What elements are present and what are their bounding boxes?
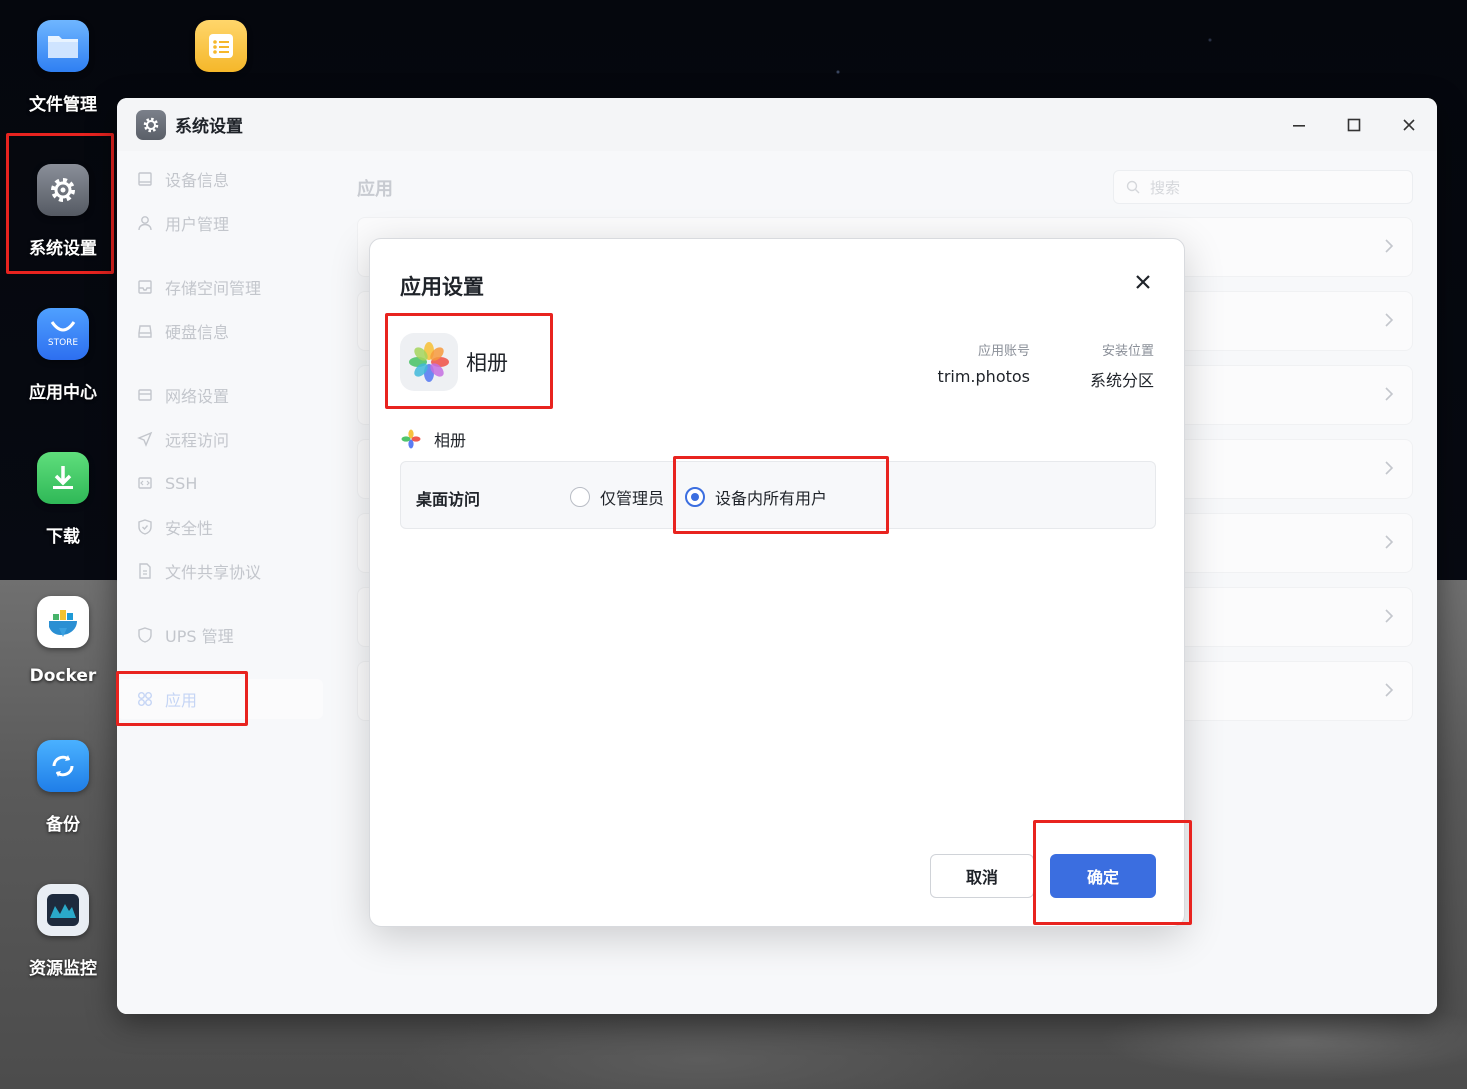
sidebar-item-security[interactable]: 安全性 (117, 507, 323, 547)
chevron-right-icon (1384, 460, 1394, 480)
sidebar-item-disk-info[interactable]: 硬盘信息 (117, 311, 323, 351)
desktop-icon-resource-monitor[interactable]: 资源监控 (8, 884, 118, 979)
close-icon[interactable] (1132, 271, 1154, 293)
sidebar-item-storage[interactable]: 存储空间管理 (117, 267, 323, 307)
cancel-button[interactable]: 取消 (930, 854, 1034, 898)
device-icon (137, 171, 153, 187)
desktop-icon-download[interactable]: 下载 (8, 452, 118, 547)
radio-admin-only[interactable]: 仅管理员 (570, 485, 664, 509)
desktop-access-label: 桌面访问 (416, 490, 481, 509)
confirm-button[interactable]: 确定 (1050, 854, 1156, 898)
download-icon (37, 452, 89, 504)
docker-icon (37, 596, 89, 648)
page-title: 应用 (357, 179, 393, 200)
ups-icon (137, 627, 153, 643)
store-icon: STORE (37, 308, 89, 360)
minimize-icon[interactable] (1285, 111, 1313, 139)
sync-icon (37, 740, 89, 792)
close-icon[interactable] (1395, 111, 1423, 139)
file-share-icon (137, 563, 153, 579)
window-titlebar: 系统设置 (117, 98, 1437, 151)
sidebar-item-ups[interactable]: UPS 管理 (117, 615, 323, 655)
storage-icon (137, 279, 153, 295)
settings-sidebar: 设备信息 用户管理 存储空间管理 硬盘信息 网络设置 远程访问 SSH 安全性 (117, 151, 333, 1014)
monitor-chart-icon (37, 884, 89, 936)
search-input[interactable]: 搜索 (1113, 170, 1413, 204)
maximize-icon[interactable] (1340, 111, 1368, 139)
chevron-right-icon (1384, 312, 1394, 332)
app-settings-dialog: 应用设置 相册 应用账号 trim.photos 安装位置 系统分区 相册 桌面… (369, 238, 1185, 927)
chevron-right-icon (1384, 386, 1394, 406)
notes-icon (195, 20, 247, 72)
desktop-icon-docker[interactable]: Docker (8, 596, 118, 686)
sidebar-item-device-info[interactable]: 设备信息 (117, 159, 323, 199)
gear-icon (37, 164, 89, 216)
chevron-right-icon (1384, 608, 1394, 628)
sidebar-item-remote-access[interactable]: 远程访问 (117, 419, 323, 459)
chevron-right-icon (1384, 238, 1394, 258)
search-placeholder: 搜索 (1150, 178, 1181, 197)
desktop-access-panel: 桌面访问 仅管理员 设备内所有用户 (400, 461, 1156, 529)
sidebar-item-ssh[interactable]: SSH (117, 463, 323, 503)
app-account: 应用账号 trim.photos (937, 344, 1030, 386)
sidebar-item-network[interactable]: 网络设置 (117, 375, 323, 415)
chevron-right-icon (1384, 682, 1394, 702)
app-section-header: 相册 (400, 427, 466, 451)
app-name: 相册 (466, 351, 508, 375)
desktop-icon-backup[interactable]: 备份 (8, 740, 118, 835)
folder-icon (37, 20, 89, 72)
desktop-icon-app-center[interactable]: STORE 应用中心 (8, 308, 118, 403)
ssh-icon (137, 475, 153, 491)
photos-app-icon (400, 333, 458, 391)
install-location: 安装位置 系统分区 (1089, 344, 1154, 390)
remote-icon (137, 431, 153, 447)
chevron-right-icon (1384, 534, 1394, 554)
user-icon (137, 215, 153, 231)
desktop-icon-notes[interactable] (166, 20, 276, 90)
gear-icon (136, 109, 166, 140)
apps-icon (137, 691, 153, 707)
radio-circle[interactable] (570, 487, 590, 507)
sidebar-item-file-sharing[interactable]: 文件共享协议 (117, 551, 323, 591)
desktop-icon-file-manager[interactable]: 文件管理 (8, 20, 118, 115)
disk-icon (137, 323, 153, 339)
search-icon (1126, 180, 1140, 194)
radio-all-users[interactable]: 设备内所有用户 (685, 485, 827, 509)
shield-icon (137, 519, 153, 535)
dialog-title: 应用设置 (400, 275, 484, 299)
desktop-icon-system-settings[interactable]: 系统设置 (8, 164, 118, 259)
network-icon (137, 387, 153, 403)
photos-small-icon (400, 428, 422, 450)
window-title: 系统设置 (175, 117, 243, 137)
radio-circle-selected[interactable] (685, 487, 705, 507)
sidebar-item-apps[interactable]: 应用 (117, 679, 323, 719)
sidebar-item-user-management[interactable]: 用户管理 (117, 203, 323, 243)
